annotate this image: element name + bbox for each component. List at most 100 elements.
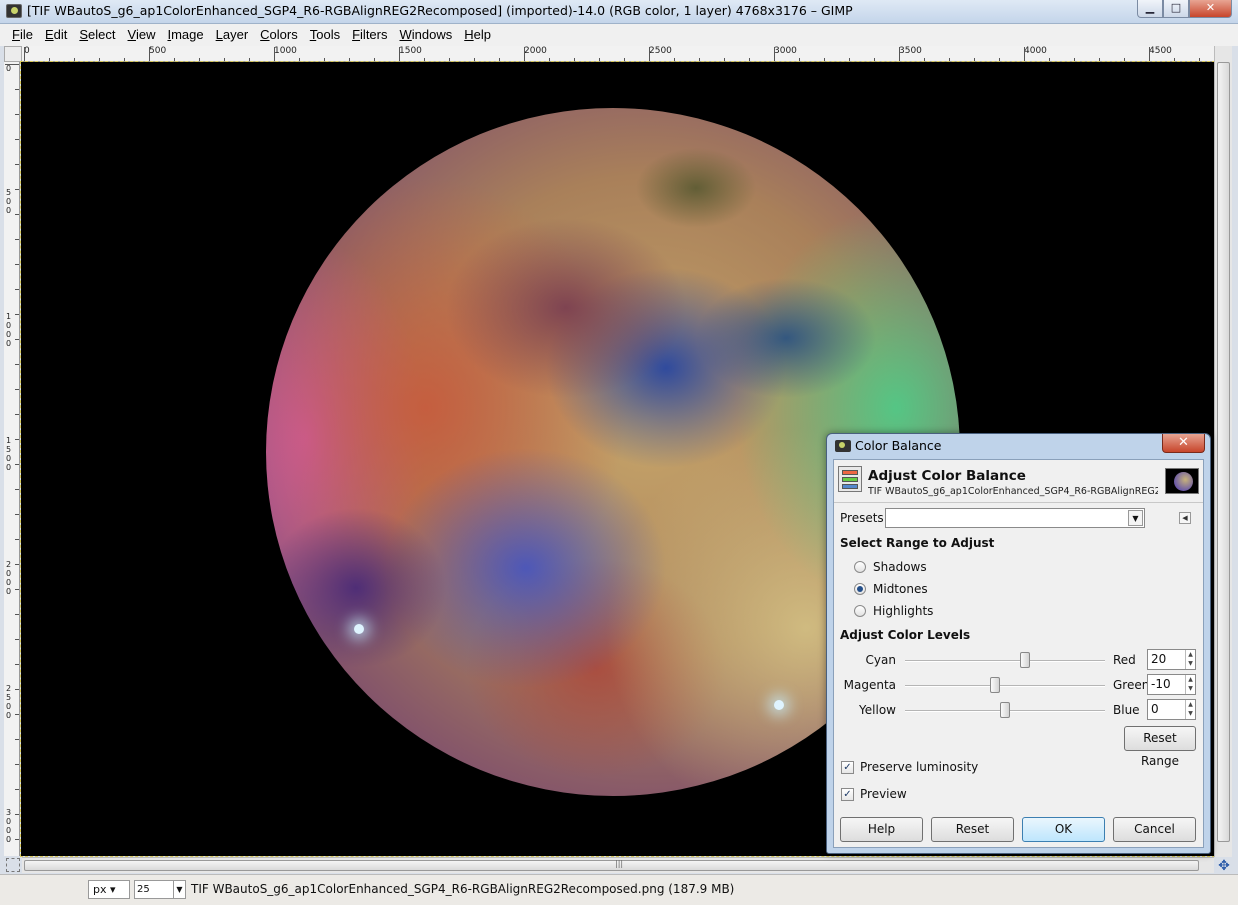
unit-select[interactable]: px ▾ [88, 880, 130, 899]
vertical-scroll-thumb[interactable] [1217, 62, 1230, 842]
ruler-tick [15, 714, 19, 715]
checkbox[interactable]: ✓ [841, 760, 854, 774]
menu-windows[interactable]: Windows [394, 24, 459, 46]
horizontal-ruler[interactable]: 0 500 1000 1500 2000 2500 3000 3500 4000… [22, 46, 1214, 62]
radio-midtones[interactable]: Midtones [854, 582, 928, 596]
slider-thumb[interactable] [1000, 702, 1010, 718]
ruler-tick [15, 439, 19, 440]
zoom-dropdown-icon[interactable]: ▼ [173, 881, 185, 898]
ruler-tick [15, 289, 19, 290]
slider-thumb[interactable] [1020, 652, 1030, 668]
magenta-green-slider[interactable] [905, 677, 1105, 693]
radio-label: Shadows [873, 560, 927, 574]
spin-buttons[interactable]: ▲ ▼ [1185, 650, 1195, 669]
navigate-icon[interactable]: ✥ [1216, 858, 1232, 874]
radio-shadows[interactable]: Shadows [854, 560, 927, 574]
yellow-blue-spinbox[interactable]: 0 ▲ ▼ [1147, 699, 1196, 720]
dialog-title: Color Balance [855, 438, 942, 453]
ruler-tick [15, 839, 19, 840]
dialog-app-icon [835, 440, 851, 452]
radio-button[interactable] [854, 561, 866, 573]
presets-combo[interactable]: ▼ [885, 508, 1145, 528]
presets-label: Presets: [840, 511, 888, 525]
chevron-down-icon[interactable]: ▼ [1128, 510, 1143, 526]
ruler-tick [774, 47, 775, 61]
ruler-corner[interactable] [4, 46, 22, 62]
horizontal-scroll-thumb[interactable] [24, 860, 1199, 871]
vertical-ruler[interactable]: 0 500 1000 1500 2000 2500 3000 [4, 62, 20, 856]
ruler-tick [1149, 47, 1150, 61]
preview-checkbox[interactable]: ✓ Preview [841, 787, 907, 801]
menu-tools[interactable]: Tools [304, 24, 346, 46]
radio-label: Midtones [873, 582, 928, 596]
spin-buttons[interactable]: ▲ ▼ [1185, 700, 1195, 719]
yellow-blue-slider[interactable] [905, 702, 1105, 718]
hruler-label: 4000 [1024, 46, 1047, 56]
dialog-close-button[interactable]: ✕ [1162, 434, 1205, 453]
dialog-header-subtitle: TIF WBautoS_g6_ap1ColorEnhanced_SGP4_R6-… [868, 486, 1158, 497]
zoom-combo[interactable]: 25 ▼ [134, 880, 186, 899]
unit-value: px [93, 883, 107, 896]
cyan-red-spinbox[interactable]: 20 ▲ ▼ [1147, 649, 1196, 670]
menu-file[interactable]: File [6, 24, 39, 46]
menu-image[interactable]: Image [161, 24, 209, 46]
ok-button[interactable]: OK [1022, 817, 1105, 842]
ruler-tick [15, 639, 19, 640]
ruler-tick [15, 539, 19, 540]
cancel-button[interactable]: Cancel [1113, 817, 1196, 842]
level-left-label: Cyan [865, 653, 896, 667]
menu-filters[interactable]: Filters [346, 24, 393, 46]
minimize-button[interactable]: ▁ [1137, 0, 1163, 18]
gimp-app-icon[interactable] [6, 4, 22, 18]
dialog-titlebar[interactable]: Color Balance ✕ [827, 434, 1210, 458]
cyan-red-slider[interactable] [905, 652, 1105, 668]
ruler-tick [899, 47, 900, 61]
menu-layer[interactable]: Layer [210, 24, 255, 46]
vruler-label: 1500 [6, 436, 12, 472]
horizontal-scrollbar[interactable]: ||| [22, 857, 1214, 873]
radio-button[interactable] [854, 583, 866, 595]
ruler-tick [15, 139, 19, 140]
preserve-luminosity-checkbox[interactable]: ✓ Preserve luminosity [841, 760, 978, 774]
status-bar: px ▾ 25 ▼ TIF WBautoS_g6_ap1ColorEnhance… [0, 874, 1238, 905]
menu-colors[interactable]: Colors [254, 24, 304, 46]
ruler-tick [15, 89, 19, 90]
menu-help[interactable]: Help [458, 24, 497, 46]
level-right-label: Blue [1113, 703, 1140, 717]
hruler-label: 2000 [524, 46, 547, 56]
radio-button[interactable] [854, 605, 866, 617]
checkbox[interactable]: ✓ [841, 787, 854, 801]
level-left-label: Magenta [843, 678, 896, 692]
quick-mask-icon[interactable] [6, 858, 20, 872]
reset-range-button[interactable]: Reset Range [1124, 726, 1196, 768]
menu-view[interactable]: View [122, 24, 162, 46]
spin-buttons[interactable]: ▲ ▼ [1185, 675, 1195, 694]
vruler-label: 1000 [6, 312, 12, 348]
reset-button[interactable]: Reset [931, 817, 1014, 842]
ruler-tick [15, 339, 19, 340]
spin-value: 20 [1151, 652, 1167, 666]
close-window-button[interactable]: ✕ [1189, 0, 1232, 18]
hruler-label: 2500 [649, 46, 672, 56]
ruler-tick [5, 64, 19, 65]
dialog-header-title: Adjust Color Balance [868, 468, 1026, 484]
crater-highlight [354, 624, 364, 634]
ruler-tick [24, 47, 25, 61]
hruler-label: 1500 [399, 46, 422, 56]
presets-menu-icon[interactable]: ◀ [1179, 512, 1191, 524]
radio-highlights[interactable]: Highlights [854, 604, 933, 618]
vertical-scrollbar[interactable] [1214, 46, 1232, 857]
color-balance-dialog: Color Balance ✕ Adjust Color Balance TIF… [826, 433, 1211, 854]
slider-thumb[interactable] [990, 677, 1000, 693]
ruler-tick [274, 47, 275, 61]
ruler-tick [15, 264, 19, 265]
spin-value: 0 [1151, 702, 1159, 716]
level-right-label: Green [1113, 678, 1150, 692]
menu-edit[interactable]: Edit [39, 24, 73, 46]
window-title: [TIF WBautoS_g6_ap1ColorEnhanced_SGP4_R6… [27, 3, 853, 18]
magenta-green-spinbox[interactable]: -10 ▲ ▼ [1147, 674, 1196, 695]
menu-select[interactable]: Select [73, 24, 121, 46]
maximize-button[interactable]: □ [1163, 0, 1189, 18]
window-titlebar: [TIF WBautoS_g6_ap1ColorEnhanced_SGP4_R6… [0, 0, 1238, 24]
help-button[interactable]: Help [840, 817, 923, 842]
